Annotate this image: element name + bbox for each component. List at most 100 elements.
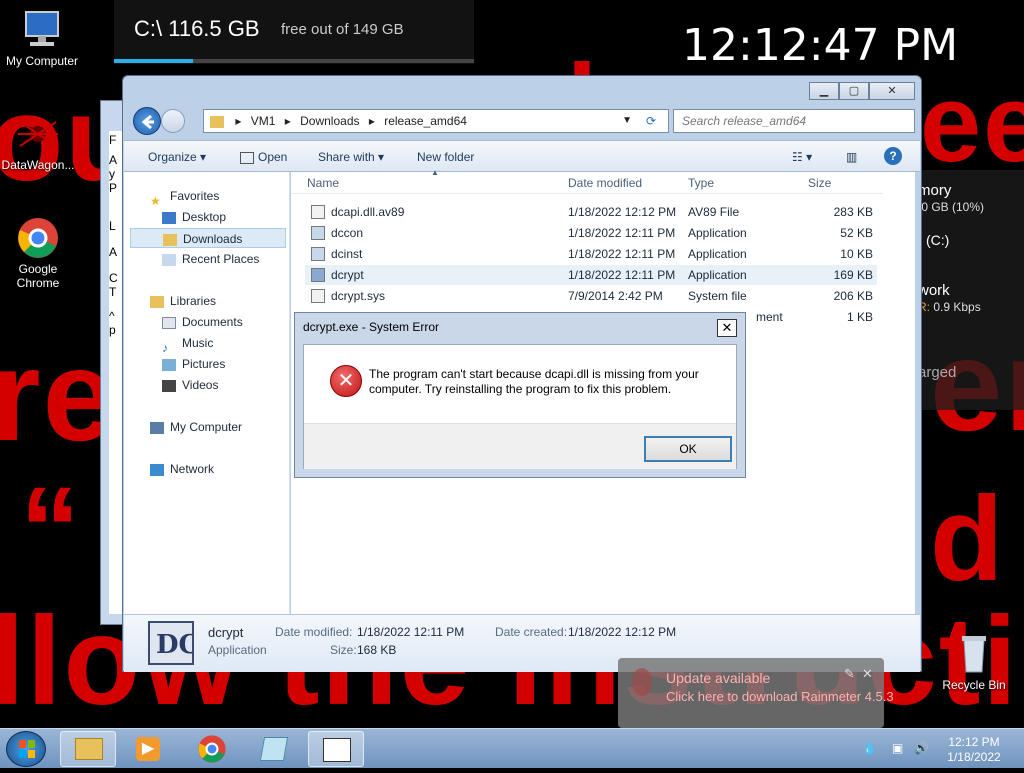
taskbar-explorer-button[interactable] (60, 731, 116, 767)
documents-icon (162, 316, 176, 329)
disk-free-label: free out of 149 GB (281, 21, 404, 38)
rainmeter-tray-icon[interactable]: 💧 (862, 741, 877, 755)
maximize-button[interactable]: ▢ (839, 82, 869, 100)
organize-button[interactable]: Organize ▾ (148, 150, 206, 164)
taskbar-notepad-button[interactable] (246, 731, 302, 767)
svg-text:DC: DC (156, 630, 192, 660)
new-folder-button[interactable]: New folder (417, 150, 474, 164)
chrome-icon (198, 735, 226, 763)
breadcrumb-item[interactable]: VM1 (251, 114, 276, 128)
desktop-icon-my-computer[interactable]: My Computer (0, 8, 84, 68)
notepad-icon (259, 737, 289, 761)
open-button[interactable]: Open (240, 150, 287, 164)
address-dropdown-icon[interactable]: ▼ (622, 110, 632, 132)
nav-music[interactable]: ♪ Music (162, 333, 213, 355)
details-created-label: Date created: (495, 625, 568, 639)
open-icon (240, 151, 254, 164)
desktop-icon-chrome[interactable]: Google Chrome (0, 216, 80, 290)
view-options-icon[interactable]: ☷ ▾ (792, 150, 812, 164)
back-arrow-icon (141, 114, 154, 130)
downloads-folder-icon (163, 233, 177, 246)
file-row[interactable]: dccon 1/18/2022 12:11 PM Application 52 … (305, 223, 877, 243)
nav-libraries[interactable]: Libraries (150, 291, 216, 311)
column-date-modified[interactable]: Date modified (568, 176, 642, 190)
bg-text: A (109, 153, 118, 167)
window-controls: ▁ ▢ ✕ (809, 82, 915, 100)
bg-text: T (109, 285, 117, 299)
search-input[interactable]: Search release_amd64 (673, 109, 915, 133)
minimize-button[interactable]: ▁ (809, 82, 839, 100)
help-icon[interactable]: ? (884, 147, 902, 165)
tray-clock[interactable]: 12:12 PM 1/18/2022 (944, 735, 1004, 765)
notification-title: Update available (666, 670, 771, 686)
details-modified-value: 1/18/2022 12:11 PM (357, 625, 465, 639)
file-row-selected[interactable]: dcrypt 1/18/2022 12:11 PM Application 16… (305, 265, 877, 285)
breadcrumb-sep: ▸ (284, 114, 291, 128)
computer-icon (20, 8, 64, 52)
address-bar[interactable]: ▸ VM1 ▸ Downloads ▸ release_amd64 ▼ ⟳ (203, 109, 669, 133)
nav-desktop[interactable]: Desktop (162, 207, 226, 227)
bg-text: A (109, 245, 118, 259)
application-window-icon (323, 738, 351, 762)
application-icon (311, 247, 325, 261)
forward-button[interactable] (161, 109, 185, 133)
navigation-bar: ▸ VM1 ▸ Downloads ▸ release_amd64 ▼ ⟳ Se… (131, 107, 915, 135)
notification-settings-icon[interactable]: ✎ (844, 666, 855, 682)
column-type[interactable]: Type (688, 176, 714, 190)
network-tray-icon[interactable]: ▣ (892, 741, 906, 755)
dcrypt-app-icon (311, 268, 325, 282)
update-notification[interactable]: Update available Click here to download … (618, 658, 894, 728)
sort-indicator-icon: ▲ (431, 168, 439, 177)
system-error-dialog[interactable]: dcrypt.exe - System Error ✕ ✕ The progra… (294, 312, 746, 478)
back-button[interactable] (133, 107, 161, 135)
close-button[interactable]: ✕ (869, 82, 915, 100)
breadcrumb-item[interactable]: Downloads (300, 114, 359, 128)
nav-recent-places[interactable]: Recent Places (162, 249, 259, 269)
preview-pane-icon[interactable]: ▥ (846, 150, 857, 164)
nav-pictures[interactable]: Pictures (162, 354, 225, 374)
nav-documents[interactable]: Documents (162, 312, 243, 332)
file-row[interactable]: dcinst 1/18/2022 12:11 PM Application 10… (305, 244, 877, 264)
file-icon (311, 205, 325, 219)
taskbar-media-player-button[interactable]: ▶ (120, 731, 176, 767)
tray-time: 12:12 PM (948, 735, 1000, 749)
dialog-close-button[interactable]: ✕ (717, 319, 737, 337)
taskbar-chrome-button[interactable] (184, 731, 240, 767)
file-row[interactable]: dcapi.dll.av89 1/18/2022 12:12 PM AV89 F… (305, 202, 877, 222)
system-file-icon (311, 289, 325, 303)
folder-icon (210, 115, 224, 128)
notification-close-icon[interactable]: ✕ (862, 666, 873, 682)
breadcrumb-sep: ▸ (368, 114, 375, 128)
notification-body[interactable]: Click here to download Rainmeter 4.5.3 (666, 689, 894, 704)
desktop-icon-datawagon[interactable]: DataWagon... (0, 112, 80, 172)
recycle-bin-icon (952, 632, 996, 676)
volume-tray-icon[interactable]: 🔊 (914, 741, 929, 755)
column-name[interactable]: Name (307, 176, 339, 190)
desktop-icon-label: My Computer (5, 54, 79, 68)
library-icon (150, 295, 164, 308)
disk-usage-fill (114, 59, 194, 63)
breadcrumb-item[interactable]: release_amd64 (384, 114, 467, 128)
taskbar-dcrypt-button[interactable] (308, 731, 364, 767)
nav-network[interactable]: Network (150, 459, 214, 479)
column-size[interactable]: Size (808, 176, 831, 190)
nav-my-computer[interactable]: My Computer (150, 417, 242, 437)
refresh-icon[interactable]: ⟳ (646, 110, 656, 132)
nav-downloads[interactable]: Downloads (130, 228, 286, 248)
ok-button[interactable]: OK (644, 436, 732, 462)
details-file-kind: Application (208, 643, 267, 657)
details-size-label: Size: (330, 643, 357, 657)
file-row[interactable]: dcrypt.sys 7/9/2014 2:42 PM System file … (305, 286, 877, 306)
error-icon: ✕ (330, 365, 362, 397)
nav-videos[interactable]: Videos (162, 375, 218, 395)
desktop-icon-recycle-bin[interactable]: Recycle Bin (932, 632, 1016, 692)
disk-drive-label: C:\ 116.5 GB (134, 16, 260, 41)
bg-text: ^ (109, 309, 115, 323)
file-list-header: Name ▲ Date modified Type Size (291, 168, 883, 194)
nav-favorites[interactable]: ★ Favorites (150, 186, 219, 208)
dialog-body: ✕ The program can't start because dcapi.… (303, 344, 737, 469)
start-button[interactable] (6, 731, 46, 767)
desktop-icon-label: DataWagon... (1, 158, 75, 172)
desktop-icon (162, 211, 176, 224)
share-with-button[interactable]: Share with ▾ (318, 150, 384, 164)
